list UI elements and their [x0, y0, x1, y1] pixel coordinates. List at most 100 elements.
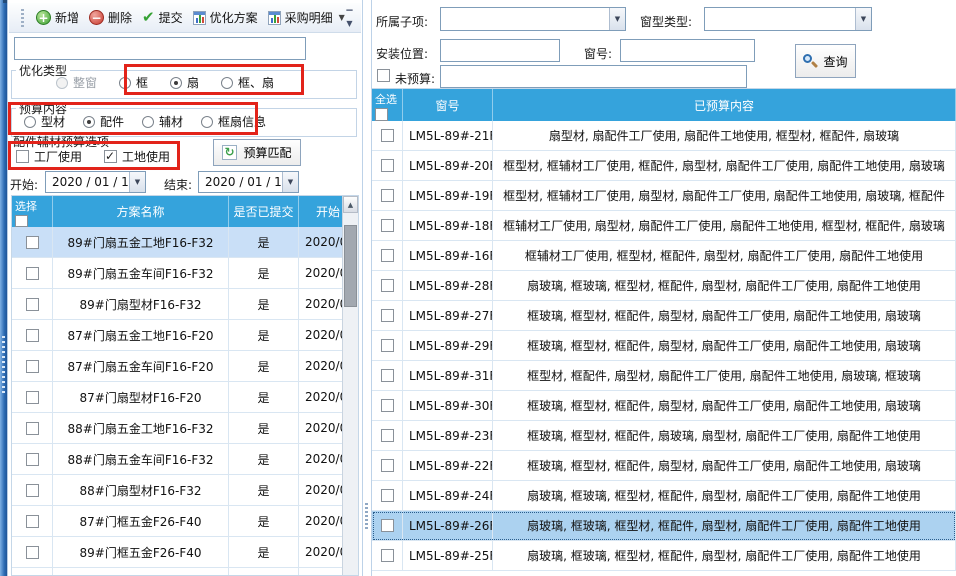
- row-checkbox[interactable]: [381, 549, 394, 562]
- table-row[interactable]: 88#门扇型材F16-F32是2020/0: [12, 475, 358, 506]
- select-all-checkbox[interactable]: [15, 215, 28, 227]
- row-checkbox[interactable]: [381, 429, 394, 442]
- chevron-down-icon[interactable]: ▼: [609, 8, 625, 30]
- row-checkbox[interactable]: [26, 391, 39, 404]
- table-row[interactable]: LM5L-89#-19F17框型材, 框辅材工厂使用, 扇型材, 扇配件工厂使用…: [372, 181, 956, 211]
- row-checkbox[interactable]: [381, 219, 394, 232]
- row-checkbox[interactable]: [381, 489, 394, 502]
- row-checkbox[interactable]: [381, 369, 394, 382]
- date-end-picker[interactable]: 2020 / 01 / 13 ▼: [198, 171, 299, 193]
- table-row[interactable]: 89#门扇型材F16-F32是2020/0: [12, 289, 358, 320]
- table-row[interactable]: LM5L-89#-16F15框辅材工厂使用, 框型材, 框配件, 扇型材, 扇配…: [372, 241, 956, 271]
- radio-icon: [119, 77, 131, 89]
- vertical-scrollbar[interactable]: ▲: [342, 196, 358, 575]
- budget-match-button[interactable]: 预算匹配: [213, 139, 301, 166]
- table-row[interactable]: 88#门框五金F21-F40是2020/0: [12, 568, 358, 576]
- optimize-plan-button[interactable]: 优化方案: [193, 9, 258, 26]
- window-no-column-header[interactable]: 窗号: [403, 89, 493, 121]
- row-checkbox[interactable]: [381, 519, 394, 532]
- row-checkbox[interactable]: [381, 309, 394, 322]
- row-checkbox[interactable]: [381, 189, 394, 202]
- table-row[interactable]: LM5L-89#-21F19扇型材, 扇配件工厂使用, 扇配件工地使用, 框型材…: [372, 121, 956, 151]
- add-button[interactable]: + 新增: [36, 9, 79, 26]
- row-checkbox[interactable]: [26, 546, 39, 559]
- row-checkbox[interactable]: [381, 249, 394, 262]
- dock-grip-handle[interactable]: [2, 336, 5, 394]
- table-row[interactable]: 89#门框五金F26-F40是2020/0: [12, 537, 358, 568]
- budgeted-content-column-header[interactable]: 已预算内容: [493, 89, 956, 121]
- table-row[interactable]: LM5L-89#-18F16框辅材工厂使用, 扇型材, 扇配件工厂使用, 扇配件…: [372, 211, 956, 241]
- left-panel: + 新增 − 删除 ✔ 提交 优化方案 采购明细 ▼ ▔▼: [7, 0, 362, 576]
- table-row[interactable]: LM5L-89#-24F22扇玻璃, 框玻璃, 框型材, 框配件, 扇型材, 扇…: [372, 481, 956, 511]
- panel-splitter[interactable]: [362, 0, 372, 576]
- table-row[interactable]: LM5L-89#-26F24扇玻璃, 框玻璃, 框型材, 框配件, 扇型材, 扇…: [372, 511, 956, 541]
- table-row[interactable]: LM5L-89#-23F21框玻璃, 框型材, 框配件, 扇玻璃, 扇型材, 扇…: [372, 421, 956, 451]
- row-checkbox[interactable]: [381, 129, 394, 142]
- row-checkbox[interactable]: [381, 279, 394, 292]
- table-row[interactable]: 88#门扇五金工地F16-F32是2020/0: [12, 413, 358, 444]
- purchase-detail-button[interactable]: 采购明细 ▼: [268, 9, 345, 26]
- table-row[interactable]: LM5L-89#-31F29框型材, 框配件, 扇型材, 扇配件工厂使用, 扇配…: [372, 361, 956, 391]
- delete-button[interactable]: − 删除: [89, 9, 132, 26]
- table-row[interactable]: LM5L-89#-22F20框玻璃, 框型材, 框配件, 扇型材, 扇配件工厂使…: [372, 451, 956, 481]
- table-row[interactable]: 89#门扇五金车间F16-F32是2020/0: [12, 258, 358, 289]
- install-position-input[interactable]: [440, 39, 560, 62]
- radio-option[interactable]: 框、扇: [221, 74, 274, 91]
- table-row[interactable]: 87#门扇五金工地F16-F20是2020/0: [12, 320, 358, 351]
- no-budget-input[interactable]: [440, 65, 747, 88]
- row-checkbox[interactable]: [381, 459, 394, 472]
- date-start-picker[interactable]: 2020 / 01 / 1 ▼: [45, 171, 146, 193]
- table-row[interactable]: 87#门扇五金车间F16-F20是2020/0: [12, 351, 358, 382]
- no-budget-checkbox[interactable]: [377, 69, 390, 82]
- toolbar-grip[interactable]: [21, 9, 24, 27]
- row-checkbox[interactable]: [26, 267, 39, 280]
- plan-filter-input[interactable]: [14, 37, 306, 60]
- row-checkbox[interactable]: [26, 329, 39, 342]
- row-checkbox[interactable]: [26, 236, 39, 249]
- splitter-grip[interactable]: [365, 503, 368, 529]
- submitted-column-header[interactable]: 是否已提交: [229, 196, 299, 227]
- table-row[interactable]: 87#门扇型材F16-F20是2020/0: [12, 382, 358, 413]
- scrollbar-thumb[interactable]: [344, 225, 357, 307]
- row-checkbox[interactable]: [26, 453, 39, 466]
- table-row[interactable]: LM5L-89#-30F28框玻璃, 框型材, 框配件, 扇型材, 扇配件工厂使…: [372, 391, 956, 421]
- window-type-combo[interactable]: ▼: [704, 7, 872, 31]
- table-row[interactable]: LM5L-89#-29F27框玻璃, 框型材, 框配件, 扇型材, 扇配件工厂使…: [372, 331, 956, 361]
- plan-name-column-header[interactable]: 方案名称: [53, 196, 229, 227]
- table-row[interactable]: 89#门扇五金工地F16-F32是2020/0: [12, 227, 358, 258]
- table-row[interactable]: 87#门框五金F26-F40是2020/0: [12, 506, 358, 537]
- checkbox-option[interactable]: 工厂使用: [16, 148, 82, 165]
- table-row[interactable]: LM5L-89#-28F26扇玻璃, 框玻璃, 框型材, 框配件, 扇型材, 扇…: [372, 271, 956, 301]
- table-row[interactable]: LM5L-89#-20F18框型材, 框辅材工厂使用, 框配件, 扇型材, 扇配…: [372, 151, 956, 181]
- radio-option[interactable]: 扇: [170, 74, 199, 91]
- radio-option[interactable]: 型材: [24, 113, 65, 130]
- radio-option[interactable]: 辅材: [142, 113, 183, 130]
- window-no-cell: LM5L-89#-16F15: [403, 241, 493, 270]
- row-checkbox[interactable]: [381, 339, 394, 352]
- chevron-down-icon[interactable]: ▼: [282, 172, 298, 192]
- row-checkbox[interactable]: [381, 399, 394, 412]
- row-checkbox[interactable]: [381, 159, 394, 172]
- radio-option[interactable]: 框扇信息: [201, 113, 266, 130]
- table-row[interactable]: 88#门扇五金车间F16-F32是2020/0: [12, 444, 358, 475]
- row-checkbox[interactable]: [26, 360, 39, 373]
- window-no-input[interactable]: [620, 39, 755, 62]
- row-checkbox[interactable]: [26, 422, 39, 435]
- table-row[interactable]: LM5L-89#-25F23扇玻璃, 框玻璃, 框型材, 框配件, 扇型材, 扇…: [372, 541, 956, 571]
- radio-option[interactable]: 配件: [83, 113, 124, 130]
- select-all-checkbox[interactable]: [375, 108, 388, 121]
- row-checkbox[interactable]: [26, 298, 39, 311]
- row-checkbox[interactable]: [26, 484, 39, 497]
- radio-option[interactable]: 框: [119, 74, 148, 91]
- row-checkbox[interactable]: [26, 515, 39, 528]
- scroll-up-arrow-icon[interactable]: ▲: [343, 196, 358, 213]
- dock-strip[interactable]: [0, 0, 7, 576]
- sub-item-combo[interactable]: ▼: [440, 7, 626, 31]
- chevron-down-icon[interactable]: ▼: [855, 8, 871, 30]
- toolbar-overflow-button[interactable]: ▔▼: [343, 10, 356, 30]
- table-row[interactable]: LM5L-89#-27F25框玻璃, 框型材, 框配件, 扇型材, 扇配件工厂使…: [372, 301, 956, 331]
- chevron-down-icon[interactable]: ▼: [129, 172, 145, 192]
- submit-button[interactable]: ✔ 提交: [142, 9, 183, 26]
- checkbox-option[interactable]: 工地使用: [104, 148, 170, 165]
- query-button[interactable]: 查询: [795, 44, 856, 78]
